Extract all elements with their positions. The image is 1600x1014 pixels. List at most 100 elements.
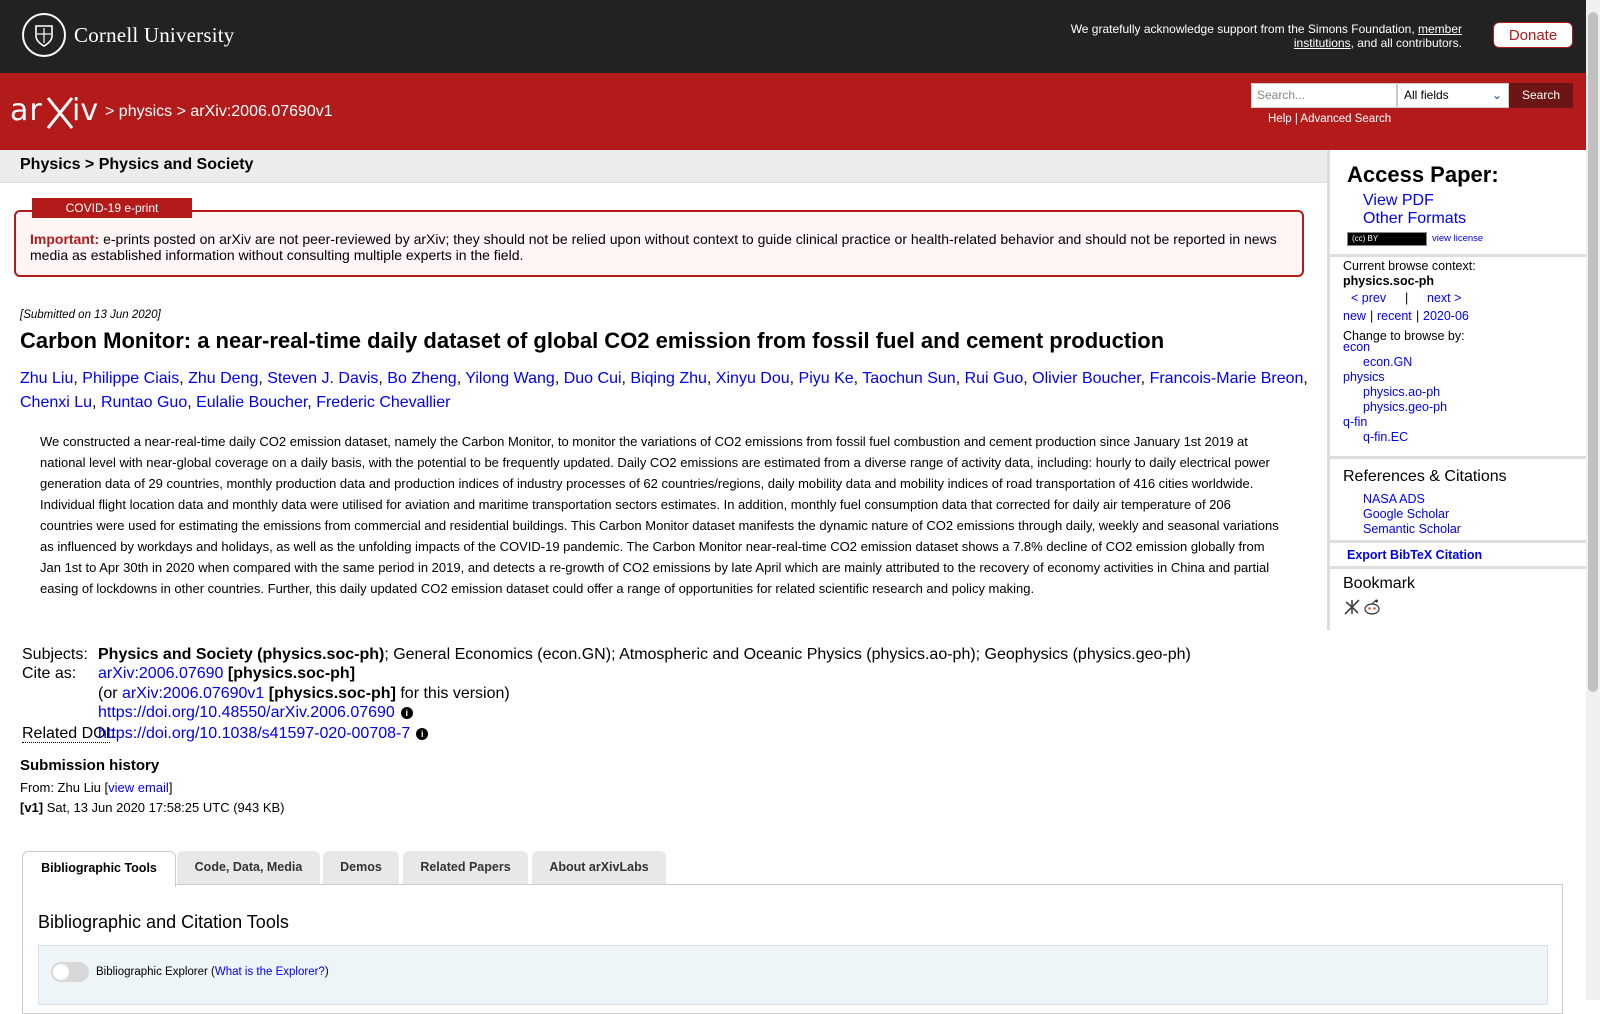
author-link[interactable]: Olivier Boucher	[1032, 370, 1141, 387]
doi-link[interactable]: https://doi.org/10.48550/arXiv.2006.0769…	[98, 704, 395, 721]
author-separator: ,	[853, 370, 863, 387]
browse-by-q-fin[interactable]: q-fin	[1343, 415, 1367, 429]
author-link[interactable]: Taochun Sun	[862, 370, 955, 387]
new-recent-separator: |	[1370, 309, 1374, 323]
recent-month-separator: |	[1416, 309, 1420, 323]
cornell-logo[interactable]: Cornell University	[22, 13, 235, 57]
author-link[interactable]: Rui Guo	[965, 370, 1024, 387]
sidebar-divider	[1327, 540, 1586, 543]
scrollbar-thumb[interactable]	[1588, 12, 1598, 692]
author-link[interactable]: Steven J. Davis	[267, 370, 378, 387]
nasa-ads-link[interactable]: NASA ADS	[1363, 492, 1425, 506]
view-license-link[interactable]: view license	[1432, 233, 1483, 244]
browse-by-physics-ao-ph[interactable]: physics.ao-ph	[1363, 385, 1440, 399]
help-link[interactable]: Help	[1268, 113, 1292, 125]
explorer-text-end: )	[324, 966, 329, 978]
submitter-prefix: From: Zhu Liu [	[20, 780, 109, 795]
subjects-value: Physics and Society (physics.soc-ph); Ge…	[98, 646, 1191, 664]
recent-link[interactable]: recent	[1377, 309, 1412, 323]
search-button[interactable]: Search	[1509, 83, 1573, 108]
svg-text:ar: ar	[10, 93, 43, 128]
author-link[interactable]: Francois-Marie Breon	[1150, 370, 1304, 387]
arxiv-header: ar iv > physics > arXiv:2006.07690v1 Sea…	[0, 73, 1586, 150]
submitted-date: [Submitted on 13 Jun 2020]	[20, 309, 161, 321]
subject-breadcrumb: Physics > Physics and Society	[20, 156, 254, 173]
author-separator: ,	[706, 370, 716, 387]
browse-by-physics-geo-ph[interactable]: physics.geo-ph	[1363, 400, 1447, 414]
tab-code-data-media[interactable]: Code, Data, Media	[177, 851, 320, 884]
month-link[interactable]: 2020-06	[1423, 309, 1469, 323]
tab-about-arxivlabs[interactable]: About arXivLabs	[532, 851, 666, 884]
version-category: [physics.soc-ph]	[264, 685, 396, 702]
semantic-scholar-link[interactable]: Semantic Scholar	[1363, 522, 1461, 536]
sidebar-divider	[1327, 254, 1586, 257]
related-doi-link[interactable]: https://doi.org/10.1038/s41597-020-00708…	[98, 725, 410, 742]
related-doi-row: https://doi.org/10.1038/s41597-020-00708…	[98, 725, 429, 743]
covid-notice-text: Important: e-prints posted on arXiv are …	[30, 231, 1280, 263]
new-link[interactable]: new	[1343, 309, 1366, 323]
author-separator: ,	[456, 370, 466, 387]
info-icon[interactable]: i	[416, 728, 429, 740]
what-is-explorer-link[interactable]: What is the Explorer?	[215, 966, 325, 978]
arxiv-breadcrumb: > physics > arXiv:2006.07690v1	[105, 103, 333, 120]
donate-button[interactable]: Donate	[1493, 22, 1573, 48]
info-icon[interactable]: i	[400, 707, 413, 719]
author-link[interactable]: Xinyu Dou	[716, 370, 790, 387]
advanced-search-link[interactable]: Advanced Search	[1300, 113, 1391, 125]
author-link[interactable]: Bo Zheng	[387, 370, 456, 387]
covid-tag: COVID-19 e-print	[32, 198, 192, 218]
subjects-label: Subjects:	[22, 646, 88, 663]
author-separator: ,	[378, 370, 388, 387]
or-prefix: (or	[98, 685, 122, 702]
arxiv-logo[interactable]: ar iv	[10, 92, 102, 137]
prev-link[interactable]: < prev	[1351, 291, 1386, 305]
author-link[interactable]: Runtao Guo	[101, 394, 187, 411]
view-pdf-link[interactable]: View PDF	[1363, 192, 1434, 210]
reddit-bookmark-icon[interactable]	[1363, 598, 1381, 616]
submitter-suffix: ]	[168, 780, 173, 795]
author-link[interactable]: Biqing Zhu	[630, 370, 707, 387]
search-field-select[interactable]: All fields ⌄	[1397, 83, 1509, 108]
tab-bibliographic-tools[interactable]: Bibliographic Tools	[22, 851, 176, 887]
bookmark-title: Bookmark	[1343, 575, 1416, 592]
or-suffix: for this version)	[395, 685, 510, 702]
author-link[interactable]: Philippe Ciais	[82, 370, 179, 387]
doi-row: https://doi.org/10.48550/arXiv.2006.0769…	[98, 704, 413, 722]
submission-history-title: Submission history	[20, 757, 160, 774]
browse-by-physics[interactable]: physics	[1343, 370, 1385, 384]
author-link[interactable]: Chenxi Lu	[20, 394, 92, 411]
author-link[interactable]: Piyu Ke	[799, 370, 854, 387]
author-link[interactable]: Zhu Deng	[188, 370, 258, 387]
export-bibtex-link[interactable]: Export BibTeX Citation	[1347, 548, 1482, 562]
support-text-end: , and all contributors.	[1350, 36, 1462, 50]
bibsonomy-bookmark-icon[interactable]	[1343, 598, 1361, 616]
panel-title: Bibliographic and Citation Tools	[38, 912, 289, 932]
tab-demos[interactable]: Demos	[323, 851, 399, 884]
google-scholar-link[interactable]: Google Scholar	[1363, 507, 1449, 521]
browse-by-econ-gn[interactable]: econ.GN	[1363, 355, 1412, 369]
cite-label: Cite as:	[22, 665, 77, 682]
tab-related-papers[interactable]: Related Papers	[403, 851, 528, 884]
explorer-toggle[interactable]	[51, 962, 89, 982]
version-date: Sat, 13 Jun 2020 17:58:25 UTC (943 KB)	[43, 800, 285, 815]
version-id-link[interactable]: arXiv:2006.07690v1	[122, 685, 264, 702]
cite-id-link[interactable]: arXiv:2006.07690	[98, 665, 223, 682]
next-link[interactable]: next >	[1427, 291, 1461, 305]
cc-license-badge[interactable]: (cc) BY	[1347, 232, 1427, 246]
subject-header: Physics > Physics and Society	[0, 150, 1327, 183]
other-formats-link[interactable]: Other Formats	[1363, 210, 1466, 228]
other-subjects: ; General Economics (econ.GN); Atmospher…	[384, 646, 1191, 663]
browse-by-econ[interactable]: econ	[1343, 340, 1370, 354]
author-link[interactable]: Zhu Liu	[20, 370, 73, 387]
author-link[interactable]: Eulalie Boucher	[196, 394, 307, 411]
related-doi-abbr: Related DOI	[22, 725, 111, 743]
view-email-link[interactable]: view email	[108, 780, 169, 795]
author-separator: ,	[554, 370, 564, 387]
browse-by-q-fin-ec[interactable]: q-fin.EC	[1363, 430, 1408, 444]
search-input[interactable]: Search...	[1251, 83, 1397, 108]
author-link[interactable]: Frederic Chevallier	[316, 394, 450, 411]
author-link[interactable]: Duo Cui	[564, 370, 622, 387]
author-separator: ,	[187, 394, 197, 411]
explorer-label: Bibliographic Explorer (What is the Expl…	[96, 966, 329, 978]
author-link[interactable]: Yilong Wang	[465, 370, 555, 387]
